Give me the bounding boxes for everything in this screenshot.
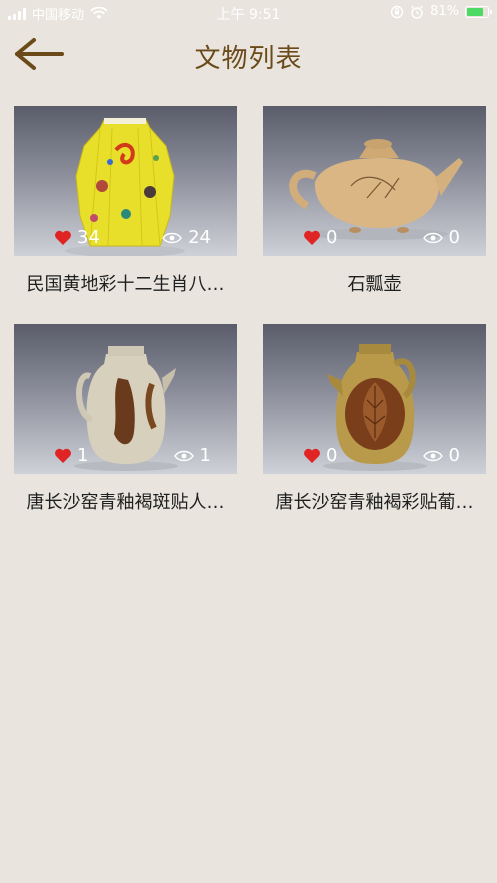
likes-count: 0 <box>326 227 338 248</box>
alarm-icon <box>411 5 424 19</box>
orientation-lock-icon <box>390 5 404 18</box>
likes-counter[interactable]: 1 <box>54 445 88 466</box>
artifact-card[interactable]: 0 0 唐长沙窑青釉褐彩贴葡… <box>263 324 486 514</box>
artifact-image: 34 24 <box>14 106 237 256</box>
likes-count: 0 <box>326 445 338 466</box>
eye-icon <box>162 232 182 243</box>
eye-icon <box>173 450 194 461</box>
page-title: 文物列表 <box>194 44 303 74</box>
battery-percent: 81% <box>430 4 459 19</box>
heart-icon <box>304 230 320 245</box>
artifact-image: 1 1 <box>14 324 237 474</box>
heart-icon <box>55 230 71 245</box>
heart-icon <box>304 448 320 463</box>
eye-icon <box>422 232 443 243</box>
artifact-name[interactable]: 石瓢壶 <box>263 274 486 296</box>
heart-icon <box>55 448 71 463</box>
artifact-image: 0 0 <box>263 106 486 256</box>
artifact-card[interactable]: 1 1 唐长沙窑青釉褐斑贴人… <box>14 324 237 514</box>
likes-counter[interactable]: 0 <box>303 227 337 248</box>
views-count: 1 <box>199 445 211 466</box>
likes-counter[interactable]: 0 <box>303 445 337 466</box>
views-counter: 24 <box>162 227 211 248</box>
eye-icon <box>422 450 443 461</box>
views-count: 24 <box>188 227 211 248</box>
likes-count: 1 <box>77 445 89 466</box>
artifact-image: 0 0 <box>263 324 486 474</box>
likes-count: 34 <box>77 227 100 248</box>
battery-icon <box>465 5 492 18</box>
views-counter: 1 <box>173 445 211 466</box>
views-count: 0 <box>448 227 460 248</box>
views-counter: 0 <box>422 445 460 466</box>
views-count: 0 <box>448 445 460 466</box>
artifact-name[interactable]: 唐长沙窑青釉褐彩贴葡… <box>263 492 486 514</box>
likes-counter[interactable]: 34 <box>54 227 100 248</box>
status-bar: 中国移动 上午 9:51 81% <box>0 0 497 26</box>
nav-bar: 文物列表 <box>0 26 497 82</box>
views-counter: 0 <box>422 227 460 248</box>
artifact-name[interactable]: 民国黄地彩十二生肖八… <box>14 274 237 296</box>
artifact-name[interactable]: 唐长沙窑青釉褐斑贴人… <box>14 492 237 514</box>
artifact-card[interactable]: 34 24 民国黄地彩十二生肖八… <box>14 106 237 296</box>
artifact-card[interactable]: 0 0 石瓢壶 <box>263 106 486 296</box>
